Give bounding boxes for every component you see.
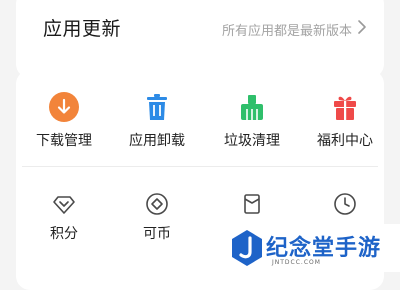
broom-icon	[241, 95, 263, 120]
tool-app-uninstall[interactable]: 应用卸载	[112, 92, 202, 150]
tool-label: 垃圾清理	[224, 133, 280, 149]
section-divider	[22, 166, 378, 167]
tool-welfare-center[interactable]: 福利中心	[300, 92, 390, 150]
clock-icon	[334, 193, 356, 215]
tool-label: 福利中心	[317, 133, 373, 149]
service-coins[interactable]: 可币	[112, 191, 202, 243]
diamond-icon	[53, 196, 75, 214]
tool-download-manager[interactable]: 下载管理	[19, 92, 109, 150]
service-points[interactable]: 积分	[19, 191, 109, 243]
download-icon	[49, 92, 79, 122]
watermark: 纪念堂手游 JNTDCC.COM	[222, 224, 400, 272]
envelope-icon	[244, 194, 260, 214]
chevron-right-icon[interactable]	[355, 18, 369, 36]
tool-label: 应用卸载	[129, 133, 185, 149]
coin-icon	[146, 193, 168, 215]
gift-icon	[334, 96, 356, 120]
trash-icon	[147, 94, 167, 120]
service-history[interactable]	[300, 191, 390, 217]
service-gift-card[interactable]	[207, 191, 297, 217]
service-label: 积分	[50, 226, 78, 242]
watermark-logo-icon	[232, 230, 262, 266]
tool-label: 下载管理	[36, 133, 92, 149]
service-label: 可币	[143, 226, 171, 242]
tool-junk-clean[interactable]: 垃圾清理	[207, 92, 297, 150]
app-update-status: 所有应用都是最新版本	[221, 24, 352, 39]
app-update-title: 应用更新	[43, 18, 122, 40]
watermark-text: 纪念堂手游	[266, 236, 382, 261]
watermark-url: JNTDCC.COM	[272, 259, 321, 266]
